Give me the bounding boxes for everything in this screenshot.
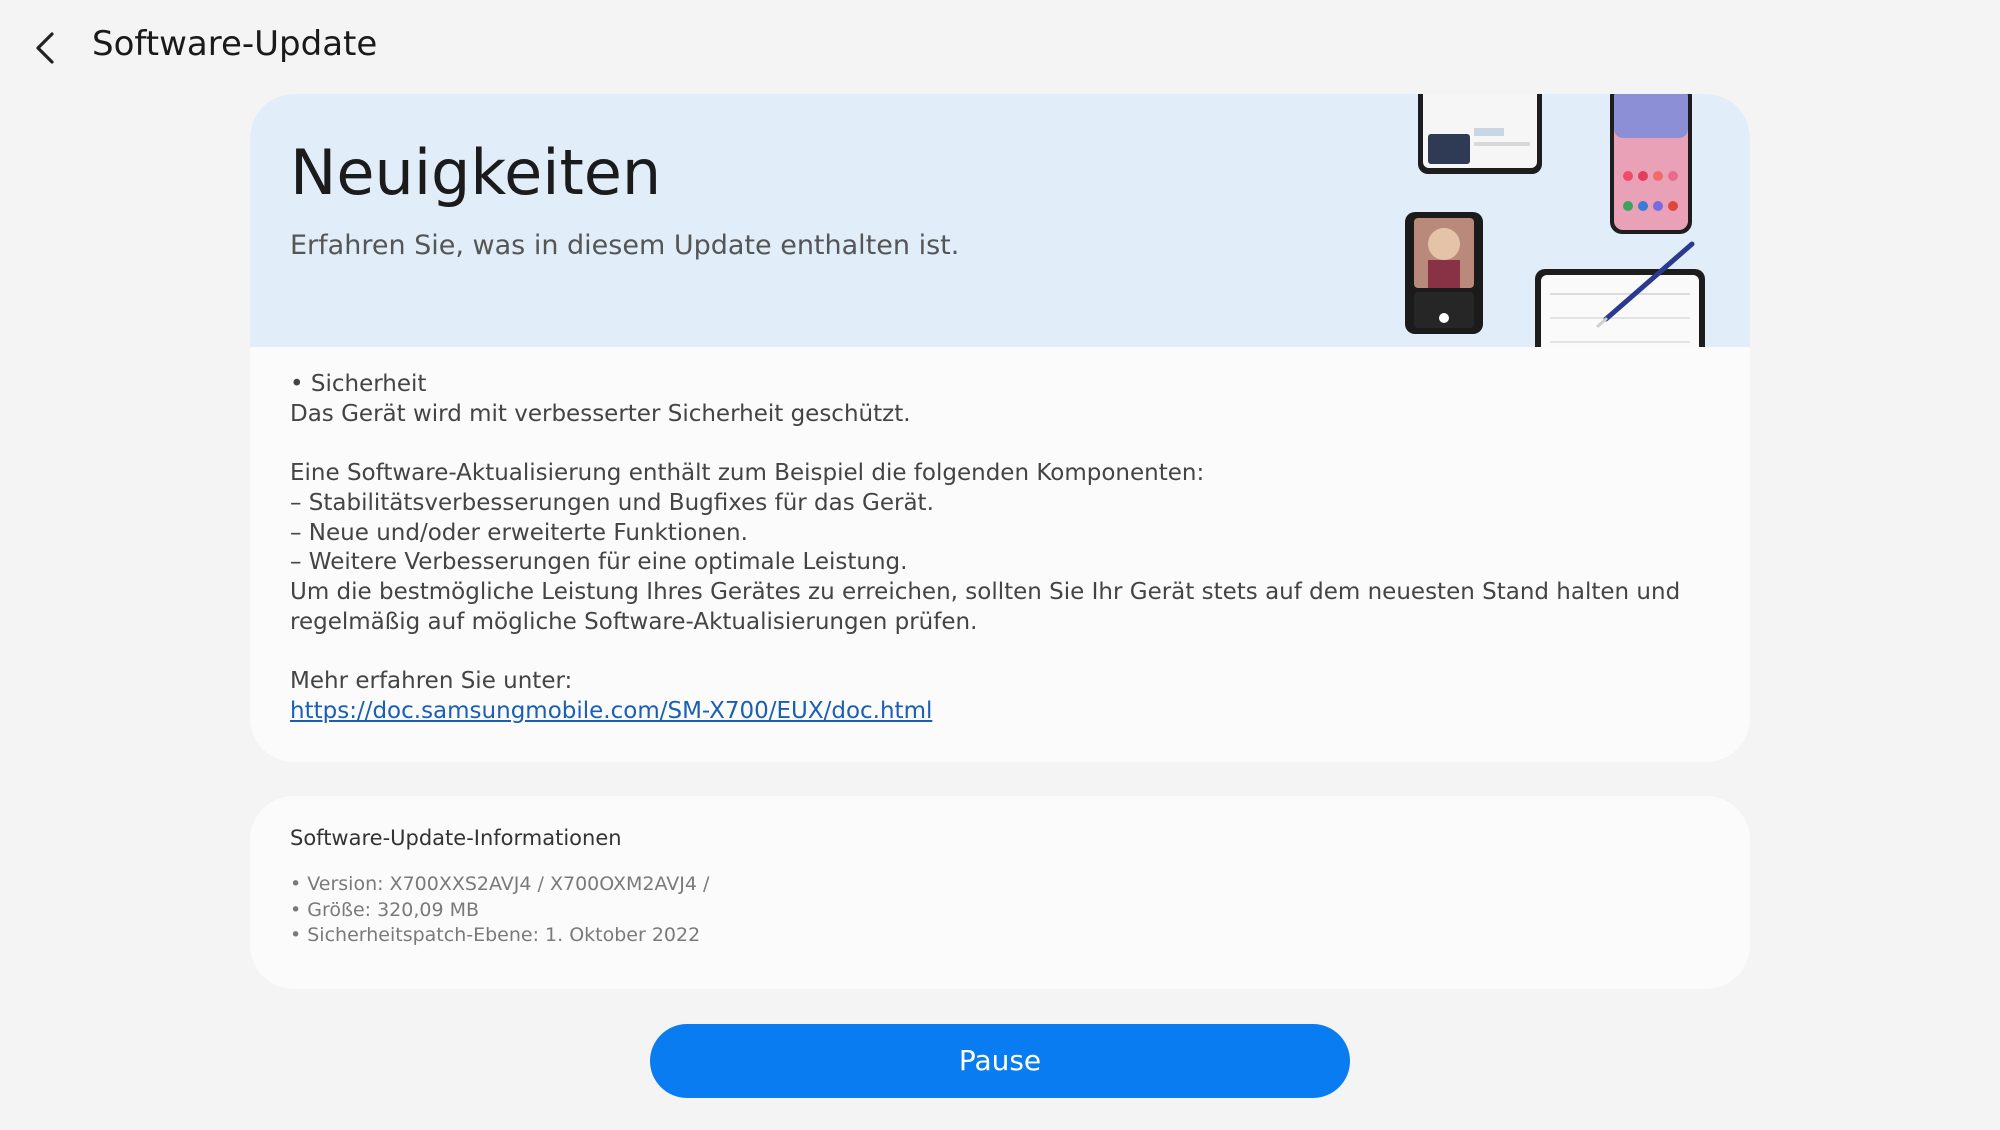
banner-subtitle: Erfahren Sie, was in diesem Update entha… [290,230,960,261]
documentation-link[interactable]: https://doc.samsungmobile.com/SM-X700/EU… [290,698,932,724]
release-note-line: – Weitere Verbesserungen für eine optima… [290,549,908,576]
release-note-line: – Stabilitätsverbesserungen und Bugfixes… [290,489,934,516]
release-note-line: Um die bestmögliche Leistung Ihres Gerät… [290,578,1681,605]
pause-button[interactable]: Pause [650,1024,1350,1098]
release-note-line: regelmäßig auf mögliche Software-Aktuali… [290,608,978,635]
banner-title: Neuigkeiten [290,136,662,209]
release-note-line: Mehr erfahren Sie unter: [290,668,573,694]
release-note-line: Das Gerät wird mit verbesserter Sicherhe… [290,400,911,427]
release-note-line: Eine Software-Aktualisierung enthält zum… [290,460,1205,487]
update-info-version: • Version: X700XXS2AVJ4 / X700OXM2AVJ4 / [290,873,710,895]
release-note-line: – Neue und/oder erweiterte Funktionen. [290,519,748,546]
update-info-size: • Größe: 320,09 MB [290,898,480,921]
devices-illustration [1405,94,1705,347]
top-app-bar: Software-Update [0,0,2000,96]
whats-new-card: Neuigkeiten Erfahren Sie, was in diesem … [250,94,1750,762]
release-notes: • Sicherheit Das Gerät wird mit verbesse… [290,370,1710,726]
release-note-line: • Sicherheit [290,371,427,397]
update-info-card: Software-Update-Informationen • Version:… [250,796,1750,989]
chevron-left-icon [36,32,54,64]
update-info-heading: Software-Update-Informationen [290,826,622,850]
whats-new-banner: Neuigkeiten Erfahren Sie, was in diesem … [250,94,1750,347]
update-info-list: • Version: X700XXS2AVJ4 / X700OXM2AVJ4 /… [290,872,709,949]
update-info-security-patch: • Sicherheitspatch-Ebene: 1. Oktober 202… [290,924,701,946]
page-title: Software-Update [92,24,378,64]
back-button[interactable] [28,28,64,68]
